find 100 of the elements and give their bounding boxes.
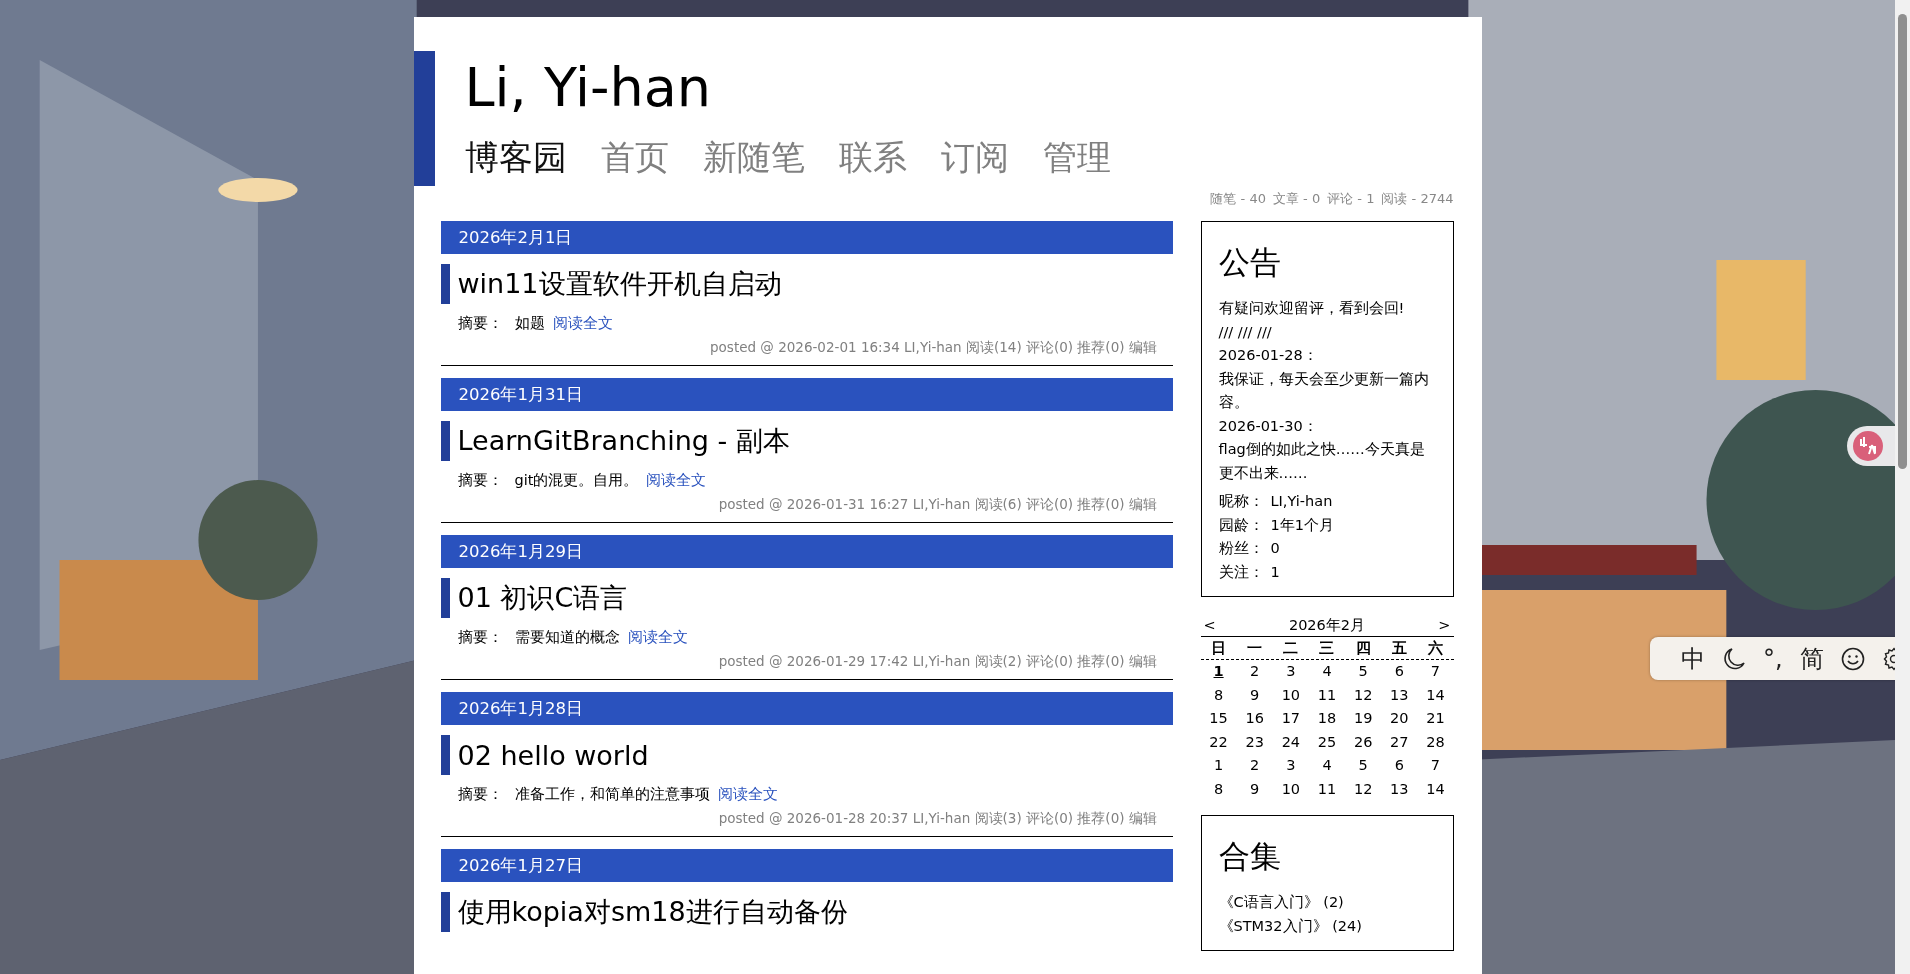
calendar-month: 2026年2月	[1288, 616, 1366, 636]
profile-label: 园龄：	[1218, 515, 1265, 535]
post-date-bar: 2026年1月28日	[440, 692, 1173, 725]
calendar-day[interactable]: 10	[1281, 780, 1301, 797]
calendar-day[interactable]: 28	[1426, 733, 1445, 750]
nav-link[interactable]: 首页	[600, 137, 669, 178]
calendar-day[interactable]: 2	[1250, 757, 1260, 774]
prev-month-link[interactable]: <	[1203, 615, 1216, 637]
translate-icon	[1853, 431, 1883, 461]
calendar-day[interactable]: 7	[1430, 663, 1441, 680]
next-month-link[interactable]: >	[1438, 615, 1451, 637]
profile-value[interactable]: 1	[1270, 563, 1280, 580]
calendar-day[interactable]: 1	[1213, 663, 1224, 680]
smiley-icon[interactable]	[1840, 646, 1865, 671]
profile-value[interactable]: 0	[1270, 540, 1280, 557]
calendar-day[interactable]: 9	[1250, 686, 1260, 703]
title-marker	[440, 578, 450, 618]
blog-stat: 评论 - 1	[1327, 190, 1375, 208]
calendar-day[interactable]: 15	[1209, 710, 1228, 727]
collection-link[interactable]: 《STM32入门》 (24)	[1218, 917, 1362, 934]
calendar-day[interactable]: 18	[1317, 710, 1337, 727]
calendar-day[interactable]: 3	[1286, 757, 1296, 774]
calendar-day[interactable]: 13	[1390, 686, 1409, 703]
calendar-day[interactable]: 5	[1358, 757, 1368, 774]
post-title[interactable]: 02 hello world	[449, 739, 649, 771]
blog-title[interactable]: Li, Yi-han	[464, 51, 1482, 115]
post-meta: posted @ 2026-01-29 17:42 LI,Yi-han 阅读(2) 评论(0) 推荐(0)	[718, 653, 1125, 671]
calendar-day[interactable]: 3	[1286, 663, 1296, 680]
calendar-day[interactable]: 4	[1322, 663, 1332, 680]
calendar-day[interactable]: 23	[1245, 733, 1264, 750]
calendar-day[interactable]: 19	[1353, 710, 1373, 727]
post-title[interactable]: LearnGitBranching - 副本	[449, 423, 790, 459]
ime-mode-button[interactable]: 中	[1681, 642, 1705, 675]
weekday-label: 五	[1390, 639, 1408, 659]
calendar-day[interactable]: 6	[1394, 757, 1404, 774]
calendar-day[interactable]: 1	[1213, 757, 1224, 774]
post-date-bar: 2026年1月29日	[440, 535, 1173, 568]
post-title[interactable]: 使用kopia对sm18进行自动备份	[449, 894, 848, 930]
collection-link[interactable]: 《C语言入门》 (2)	[1218, 894, 1344, 911]
read-more-link[interactable]: 阅读全文	[552, 313, 613, 333]
nav-link[interactable]: 订阅	[940, 137, 1009, 178]
nav-link[interactable]: 联系	[838, 137, 907, 178]
calendar-day[interactable]: 2	[1250, 663, 1260, 680]
calendar-day[interactable]: 14	[1426, 780, 1445, 797]
calendar-day[interactable]: 9	[1250, 780, 1260, 797]
calendar-day[interactable]: 17	[1281, 710, 1301, 727]
calendar-day[interactable]: 12	[1353, 780, 1373, 797]
nav-link[interactable]: 新随笔	[702, 137, 805, 178]
calendar-day[interactable]: 6	[1394, 663, 1404, 680]
title-marker	[440, 421, 450, 461]
profile-value[interactable]: LI,Yi-han	[1270, 493, 1333, 510]
nav-link[interactable]: 管理	[1042, 137, 1111, 178]
scrollbar[interactable]	[1895, 0, 1910, 974]
post-date-bar: 2026年1月31日	[440, 378, 1173, 411]
calendar-day[interactable]: 26	[1353, 733, 1373, 750]
read-more-link[interactable]: 阅读全文	[646, 470, 707, 490]
blog-stat: 阅读 - 2744	[1381, 190, 1454, 208]
calendar-day[interactable]: 22	[1209, 733, 1228, 750]
calendar-day[interactable]: 5	[1358, 663, 1368, 680]
calendar-day[interactable]: 21	[1426, 710, 1445, 727]
calendar-day[interactable]: 4	[1322, 757, 1332, 774]
summary-text: 如题	[514, 313, 545, 333]
edit-link[interactable]: 编辑	[1128, 653, 1157, 671]
profile-value[interactable]: 1年1个月	[1270, 516, 1334, 533]
weekday-label: 四	[1354, 639, 1372, 659]
post-title[interactable]: win11设置软件开机自启动	[449, 266, 782, 302]
ime-mode-button[interactable]: °,	[1763, 644, 1783, 673]
calendar-day[interactable]: 27	[1390, 733, 1409, 750]
weekday-label: 六	[1426, 639, 1444, 659]
edit-link[interactable]: 编辑	[1128, 496, 1157, 514]
calendar-day[interactable]: 11	[1317, 686, 1337, 703]
notice-text: 有疑问欢迎留评，看到会回!	[1218, 299, 1406, 319]
weekday-label: 二	[1282, 639, 1300, 659]
nav-link[interactable]: 博客园	[464, 137, 567, 178]
read-more-link[interactable]: 阅读全文	[627, 627, 688, 647]
read-more-link[interactable]: 阅读全文	[717, 784, 778, 804]
post-title[interactable]: 01 初识C语言	[449, 580, 628, 616]
calendar-day[interactable]: 10	[1281, 686, 1301, 703]
notice-text: 2026-01-30：	[1218, 416, 1319, 436]
post-meta: posted @ 2026-02-01 16:34 LI,Yi-han 阅读(14) 评论(0) 推荐(0)	[710, 339, 1125, 357]
edit-link[interactable]: 编辑	[1128, 339, 1157, 357]
calendar-day[interactable]: 20	[1390, 710, 1409, 727]
calendar-day[interactable]: 24	[1281, 733, 1301, 750]
ime-mode-button[interactable]: 简	[1799, 642, 1824, 675]
calendar-day[interactable]: 25	[1317, 733, 1337, 750]
calendar-day[interactable]: 16	[1245, 710, 1264, 727]
notice-text: 我保证，每天会至少更新一篇内容。	[1218, 369, 1430, 413]
weekday-label: 一	[1246, 639, 1264, 659]
title-marker	[440, 735, 450, 775]
translate-button[interactable]	[1847, 426, 1895, 466]
moon-icon[interactable]	[1722, 646, 1746, 671]
calendar-day[interactable]: 8	[1213, 686, 1224, 703]
summary-label: 摘要：	[457, 627, 503, 647]
calendar-day[interactable]: 12	[1353, 686, 1373, 703]
edit-link[interactable]: 编辑	[1128, 810, 1157, 828]
calendar-day[interactable]: 8	[1213, 780, 1224, 797]
calendar-day[interactable]: 11	[1317, 780, 1337, 797]
calendar-day[interactable]: 7	[1430, 757, 1441, 774]
calendar-day[interactable]: 14	[1426, 686, 1445, 703]
calendar-day[interactable]: 13	[1390, 780, 1409, 797]
